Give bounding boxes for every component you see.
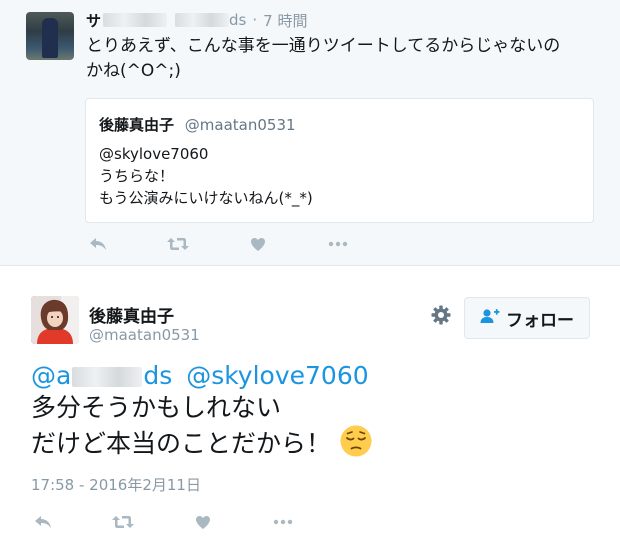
quoted-handle: @maatan0531 — [184, 116, 296, 134]
parent-tweet-text-line: とりあえず、こんな事を一通りツイートしてるからじゃないの — [86, 36, 561, 56]
main-tweet-mentions-line: @a ds @skylove7060 — [31, 360, 591, 392]
avatar-photo — [31, 296, 79, 344]
redacted-handle-blur — [175, 13, 230, 27]
avatar-figure — [42, 18, 58, 58]
main-display-name[interactable]: 後藤真由子 — [89, 302, 174, 327]
retweet-icon[interactable] — [166, 234, 190, 254]
mention-link-suffix[interactable]: ds — [143, 361, 172, 390]
mention-link[interactable]: @a — [31, 361, 71, 390]
main-tweet-text-segment: だけど本当のことだから！ — [31, 429, 332, 458]
parent-tweet-actions — [86, 232, 350, 256]
parent-tweet[interactable]: サ ds · 7 時間 とりあえず、こんな事を一通りツイートしてるからじゃないの… — [0, 0, 620, 266]
like-icon[interactable] — [246, 234, 270, 254]
redacted-mention-blur — [72, 367, 143, 387]
quoted-tweet-card[interactable]: 後藤真由子 @maatan0531 @skylove7060 うちらな！ もう公… — [85, 98, 594, 223]
gear-icon[interactable] — [430, 304, 452, 326]
tweet-permalink-view: サ ds · 7 時間 とりあえず、こんな事を一通りツイートしてるからじゃないの… — [0, 0, 620, 543]
main-tweet-text-line: だけど本当のことだから！ — [31, 424, 591, 466]
parent-tweet-text-line: かね(^O^;) — [86, 61, 181, 81]
like-icon[interactable] — [191, 512, 215, 532]
add-user-icon — [480, 308, 500, 329]
mention-link[interactable]: @skylove7060 — [186, 361, 368, 390]
quoted-tweet-header: 後藤真由子 @maatan0531 — [99, 114, 296, 135]
follow-button[interactable]: フォロー — [464, 297, 590, 339]
main-tweet-text: @a ds @skylove7060 多分そうかもしれない だけど本当のことだから… — [31, 360, 591, 466]
reply-icon[interactable] — [86, 234, 110, 254]
more-icon[interactable] — [326, 234, 350, 254]
parent-tweet-header: サ ds · 7 時間 — [86, 9, 307, 31]
tweet-timestamp[interactable]: 17:58 - 2016年2月11日 — [31, 474, 201, 495]
parent-tweet-text: とりあえず、こんな事を一通りツイートしてるからじゃないの かね(^O^;) — [86, 34, 601, 84]
parent-handle-suffix[interactable]: ds — [229, 11, 246, 29]
parent-display-name[interactable]: サ — [86, 10, 101, 31]
parent-tweet-time[interactable]: 7 時間 — [263, 10, 307, 31]
pensive-face-icon — [339, 424, 373, 466]
more-icon[interactable] — [271, 512, 295, 532]
quoted-text-line: うちらな！ — [99, 167, 175, 185]
retweet-icon[interactable] — [111, 512, 135, 532]
quoted-tweet-text: @skylove7060 うちらな！ もう公演みにいけないねん(*_*) — [99, 143, 313, 209]
main-tweet-text-line: 多分そうかもしれない — [31, 393, 282, 422]
separator-dot: · — [252, 11, 258, 29]
follow-button-label: フォロー — [506, 310, 574, 331]
quoted-display-name: 後藤真由子 — [99, 116, 175, 134]
redacted-name-blur — [103, 13, 168, 27]
parent-avatar[interactable] — [26, 12, 74, 60]
reply-icon[interactable] — [31, 512, 55, 532]
quoted-text-line: もう公演みにいけないねん(*_*) — [99, 189, 313, 207]
main-handle[interactable]: @maatan0531 — [89, 326, 200, 344]
quoted-text-line: @skylove7060 — [99, 145, 209, 163]
main-tweet-actions — [31, 510, 295, 534]
main-avatar[interactable] — [31, 296, 79, 344]
